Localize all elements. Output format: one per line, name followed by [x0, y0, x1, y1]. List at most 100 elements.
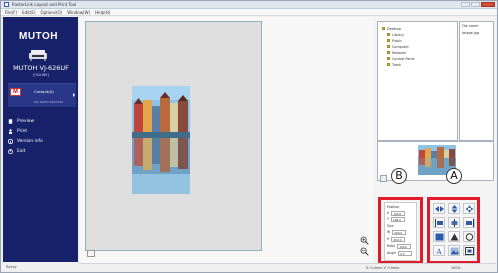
- zoom-out-icon[interactable]: [360, 247, 369, 256]
- document-icon: [8, 118, 13, 124]
- nav-exit[interactable]: Exit: [8, 147, 74, 155]
- folder-icon: [382, 27, 385, 30]
- align-right-icon: [465, 218, 474, 227]
- nav-preview[interactable]: Preview: [8, 117, 74, 125]
- ratio-field[interactable]: 100.0: [397, 244, 412, 249]
- tree-item[interactable]: Control Panel: [387, 56, 414, 61]
- x-field[interactable]: 124.0: [391, 211, 406, 216]
- window-controls: [461, 2, 495, 7]
- flip-horizontal-icon: [434, 205, 444, 212]
- nav-preview-label: Preview: [17, 118, 35, 124]
- angle-row: Angle 0.0: [387, 251, 413, 256]
- save-layout-button[interactable]: [87, 250, 95, 257]
- tree-item[interactable]: Network: [387, 50, 406, 55]
- layout-canvas-area: [79, 17, 374, 263]
- menu-file[interactable]: File(F): [5, 10, 17, 15]
- y-field[interactable]: 168.0: [390, 217, 405, 222]
- circle-icon: [465, 232, 473, 241]
- file-list-header: File name: [462, 24, 479, 28]
- folder-icon: [387, 51, 390, 54]
- status-zoom: 100%: [451, 266, 461, 270]
- menu-bar: File(F) Edit(E) Options(O) Window(W) Hel…: [1, 9, 497, 16]
- file-list[interactable]: File name image.jpg: [459, 21, 494, 141]
- ratio-row: Ratio 100.0: [387, 244, 412, 249]
- folder-icon: [387, 57, 390, 60]
- image-icon: [450, 247, 458, 254]
- menu-edit[interactable]: Edit(E): [22, 10, 35, 15]
- y-row: Y 168.0: [387, 217, 405, 222]
- move-button[interactable]: [463, 203, 475, 214]
- tools-panel-a: A: [427, 197, 480, 264]
- width-field[interactable]: 200.0: [392, 230, 407, 235]
- menu-window[interactable]: Window(W): [67, 10, 90, 15]
- printer-selector[interactable]: M Cockpit(A) MC-RATIO 600X300: [8, 83, 76, 107]
- align-center-icon: [451, 218, 457, 227]
- callout-b: B: [391, 168, 407, 184]
- status-bar: X: 0.0mm Y: 0.0mm 100%: [79, 263, 496, 271]
- image-button[interactable]: [448, 245, 460, 256]
- maximize-button[interactable]: [471, 2, 480, 7]
- tree-item[interactable]: Desktop: [382, 26, 401, 31]
- frame-icon: [464, 246, 474, 255]
- angle-field[interactable]: 0.0: [398, 251, 413, 256]
- selected-printer-name: Cockpit(A): [34, 89, 54, 94]
- power-icon: [8, 148, 13, 154]
- nav-version-label: Version info: [17, 138, 43, 144]
- nav-version[interactable]: Version info: [8, 137, 74, 145]
- file-item[interactable]: image.jpg: [462, 31, 479, 35]
- flip-horizontal-button[interactable]: [433, 203, 445, 214]
- zoom-in-icon[interactable]: [360, 236, 369, 245]
- ellipse-button[interactable]: [463, 231, 475, 242]
- nav-exit-label: Exit: [17, 148, 26, 154]
- title-bar: RasterLink Layout and Print Tool: [1, 1, 497, 9]
- align-left-button[interactable]: [433, 217, 445, 228]
- minimize-button[interactable]: [461, 2, 470, 7]
- selected-printer-mode: MC-RATIO 600X300: [34, 100, 64, 104]
- printer-model: MUTOH VJ-626UF: [13, 64, 69, 72]
- info-icon: [8, 138, 13, 144]
- flip-vertical-button[interactable]: [448, 203, 460, 214]
- size-header: Size: [387, 224, 394, 228]
- text-icon: A: [435, 248, 442, 255]
- window-title: RasterLink Layout and Print Tool: [12, 2, 77, 7]
- tree-item[interactable]: Computer: [387, 44, 409, 49]
- menu-help[interactable]: Help(H): [95, 10, 110, 15]
- fill-button[interactable]: [433, 231, 445, 242]
- move-icon: [465, 204, 473, 213]
- frame-button[interactable]: [463, 245, 475, 256]
- height-field[interactable]: 200.0: [391, 237, 406, 242]
- rectangle-icon: [435, 233, 443, 240]
- folder-tree[interactable]: Desktop Library Public Computer Network …: [377, 21, 458, 141]
- text-button[interactable]: A: [433, 245, 445, 256]
- preview-refresh-button[interactable]: [380, 175, 387, 182]
- height-row: H 200.0: [387, 237, 406, 242]
- brand-logo: MUTOH: [19, 31, 58, 42]
- nav-print[interactable]: Print: [8, 127, 74, 135]
- align-center-button[interactable]: [448, 217, 460, 228]
- menu-options[interactable]: Options(O): [41, 10, 63, 15]
- folder-icon: [387, 33, 390, 36]
- tree-item[interactable]: Trash: [387, 62, 401, 67]
- triangle-button[interactable]: [448, 231, 460, 242]
- printer-icon: [29, 50, 47, 61]
- svg-text:A: A: [435, 248, 442, 255]
- placed-image[interactable]: [132, 86, 190, 194]
- nav-print-label: Print: [17, 128, 28, 134]
- trash-icon: [387, 63, 390, 66]
- user-icon: [8, 128, 13, 134]
- sidebar: MUTOH MUTOH VJ-626UF [ONLINE] M Cockpit(…: [3, 17, 78, 262]
- folder-icon: [387, 39, 390, 42]
- triangle-icon: [450, 233, 458, 240]
- close-button[interactable]: [481, 2, 495, 7]
- width-row: W 200.0: [387, 230, 407, 235]
- folder-icon: [387, 45, 390, 48]
- app-icon: [4, 2, 9, 7]
- align-left-icon: [434, 218, 443, 227]
- print-canvas[interactable]: [85, 21, 262, 251]
- align-right-button[interactable]: [463, 217, 475, 228]
- tree-item[interactable]: Library: [387, 32, 404, 37]
- flip-vertical-icon: [451, 204, 457, 213]
- properties-panel-b: Position X 124.0 Y 168.0 Size W 200.0 H 200.…: [378, 197, 423, 264]
- tree-item[interactable]: Public: [387, 38, 402, 43]
- callout-a: A: [446, 168, 462, 184]
